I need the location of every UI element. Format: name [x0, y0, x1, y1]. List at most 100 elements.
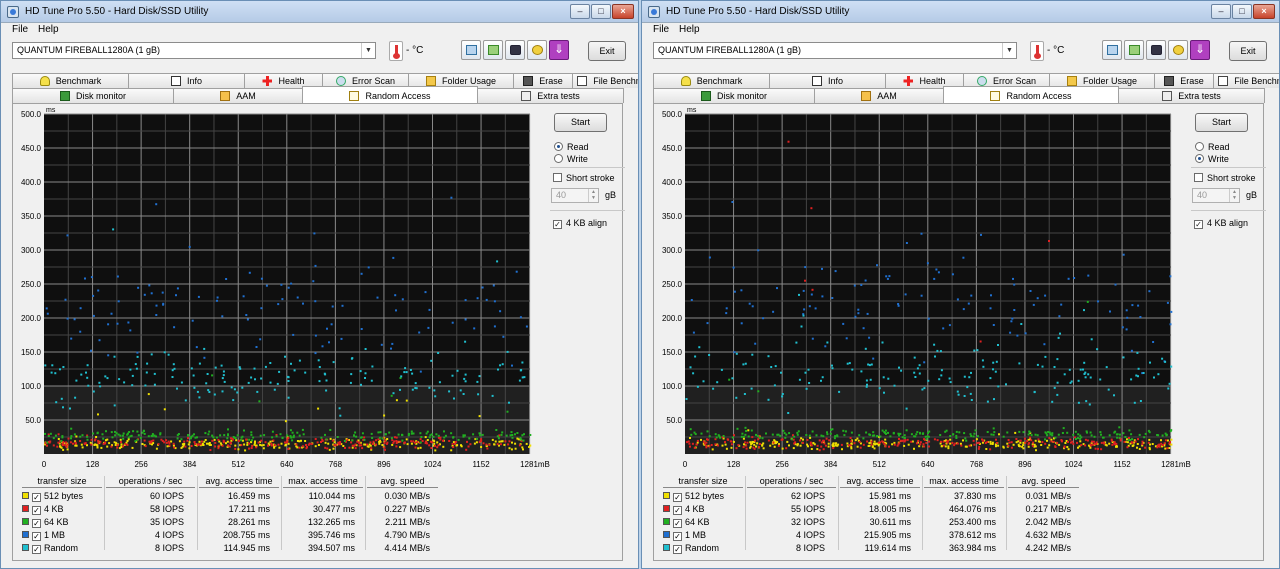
data-point: [1076, 441, 1078, 444]
short-stroke-checkbox[interactable]: Short stroke: [1194, 173, 1256, 183]
align-4kb-checkbox[interactable]: ✓ 4 KB align: [1194, 218, 1248, 229]
data-point: [800, 437, 803, 440]
menu-help[interactable]: Help: [38, 24, 59, 35]
tab-benchmark[interactable]: Benchmark: [12, 73, 129, 88]
tab-extra-tests[interactable]: Extra tests: [477, 88, 624, 103]
series-checkbox[interactable]: ✓: [673, 519, 682, 528]
series-checkbox[interactable]: ✓: [32, 545, 41, 554]
tab-benchmark[interactable]: Benchmark: [653, 73, 770, 88]
menu-file[interactable]: File: [12, 24, 28, 35]
start-button[interactable]: Start: [554, 113, 607, 132]
row-series-cell[interactable]: ✓ Random: [663, 542, 743, 555]
series-checkbox[interactable]: ✓: [32, 519, 41, 528]
minimize-button[interactable]: –: [1211, 4, 1231, 19]
menu-help[interactable]: Help: [679, 24, 700, 35]
series-checkbox[interactable]: ✓: [673, 493, 682, 502]
chevron-down-icon[interactable]: ▼: [361, 43, 375, 58]
maximize-button[interactable]: □: [591, 4, 611, 19]
copy-info-icon[interactable]: [1102, 40, 1122, 60]
exit-button[interactable]: Exit: [588, 41, 626, 61]
row-series-cell[interactable]: ✓ 4 KB: [663, 503, 743, 516]
copy-text-icon[interactable]: [1124, 40, 1144, 60]
data-point: [66, 443, 69, 446]
tab-disk-monitor[interactable]: Disk monitor: [653, 88, 815, 103]
start-button[interactable]: Start: [1195, 113, 1248, 132]
short-stroke-size-input[interactable]: 40 ▲ ▼: [551, 188, 599, 203]
tab-random-access[interactable]: Random Access: [302, 86, 478, 103]
data-point: [927, 379, 930, 382]
data-point: [439, 438, 442, 441]
tab-disk-monitor[interactable]: Disk monitor: [12, 88, 174, 103]
row-series-cell[interactable]: ✓ 512 bytes: [663, 490, 743, 503]
tab-aam[interactable]: AAM: [814, 88, 944, 103]
row-series-cell[interactable]: ✓ 1 MB: [22, 529, 102, 542]
tab-erase[interactable]: Erase: [513, 73, 573, 88]
row-series-cell[interactable]: ✓ 64 KB: [663, 516, 743, 529]
title-bar[interactable]: HD Tune Pro 5.50 - Hard Disk/SSD Utility…: [1, 1, 638, 23]
short-stroke-size-input[interactable]: 40 ▲ ▼: [1192, 188, 1240, 203]
data-point: [864, 347, 867, 350]
data-point: [333, 444, 336, 447]
series-checkbox[interactable]: ✓: [32, 506, 41, 515]
chevron-down-icon[interactable]: ▼: [1002, 43, 1016, 58]
data-point: [501, 440, 504, 443]
write-radio[interactable]: Write: [1195, 154, 1229, 164]
series-checkbox[interactable]: ✓: [32, 493, 41, 502]
tab-file-benchmark[interactable]: File Benchmark: [1213, 73, 1279, 88]
tab-erase[interactable]: Erase: [1154, 73, 1214, 88]
data-point: [1048, 444, 1051, 447]
maximize-button[interactable]: □: [1232, 4, 1252, 19]
save-download-icon[interactable]: ⇓: [1190, 40, 1210, 60]
options-icon[interactable]: [527, 40, 547, 60]
copy-info-icon[interactable]: [461, 40, 481, 60]
series-checkbox[interactable]: ✓: [673, 532, 682, 541]
data-point: [434, 395, 437, 398]
read-radio[interactable]: Read: [554, 142, 589, 152]
drive-select[interactable]: QUANTUM FIREBALL1280A (1 gB) ▼: [653, 42, 1017, 59]
data-point: [208, 391, 211, 393]
tab-aam[interactable]: AAM: [173, 88, 303, 103]
minimize-button[interactable]: –: [570, 4, 590, 19]
tab-random-access[interactable]: Random Access: [943, 86, 1119, 103]
short-stroke-checkbox[interactable]: Short stroke: [553, 173, 615, 183]
copy-text-icon[interactable]: [483, 40, 503, 60]
screenshot-camera-icon[interactable]: [505, 40, 525, 60]
menu-file[interactable]: File: [653, 24, 669, 35]
series-checkbox[interactable]: ✓: [673, 506, 682, 515]
series-checkbox[interactable]: ✓: [673, 545, 682, 554]
read-radio[interactable]: Read: [1195, 142, 1230, 152]
data-point: [1102, 441, 1105, 444]
screenshot-camera-icon[interactable]: [1146, 40, 1166, 60]
drive-select[interactable]: QUANTUM FIREBALL1280A (1 gB) ▼: [12, 42, 376, 59]
title-bar[interactable]: HD Tune Pro 5.50 - Hard Disk/SSD Utility…: [642, 1, 1279, 23]
data-point: [995, 445, 997, 448]
data-point: [879, 435, 882, 438]
tab-file-benchmark[interactable]: File Benchmark: [572, 73, 638, 88]
series-checkbox[interactable]: ✓: [32, 532, 41, 541]
data-point: [1122, 253, 1125, 256]
data-point: [296, 431, 299, 434]
save-download-icon[interactable]: ⇓: [549, 40, 569, 60]
spin-arrows-icon[interactable]: ▲ ▼: [588, 189, 598, 202]
spin-arrows-icon[interactable]: ▲ ▼: [1229, 189, 1239, 202]
row-series-cell[interactable]: ✓ 64 KB: [22, 516, 102, 529]
data-point: [754, 342, 757, 345]
avg-access-value: 18.005 ms: [868, 504, 911, 514]
row-series-cell[interactable]: ✓ 512 bytes: [22, 490, 102, 503]
data-point: [850, 440, 853, 443]
data-point: [866, 383, 868, 386]
close-button[interactable]: ×: [1253, 4, 1275, 19]
close-button[interactable]: ×: [612, 4, 634, 19]
tab-info[interactable]: Info: [128, 73, 245, 88]
row-series-cell[interactable]: ✓ Random: [22, 542, 102, 555]
data-point: [990, 294, 992, 297]
data-point: [1072, 433, 1075, 436]
exit-button[interactable]: Exit: [1229, 41, 1267, 61]
tab-info[interactable]: Info: [769, 73, 886, 88]
options-icon[interactable]: [1168, 40, 1188, 60]
row-series-cell[interactable]: ✓ 1 MB: [663, 529, 743, 542]
write-radio[interactable]: Write: [554, 154, 588, 164]
align-4kb-checkbox[interactable]: ✓ 4 KB align: [553, 218, 607, 229]
row-series-cell[interactable]: ✓ 4 KB: [22, 503, 102, 516]
tab-extra-tests[interactable]: Extra tests: [1118, 88, 1265, 103]
